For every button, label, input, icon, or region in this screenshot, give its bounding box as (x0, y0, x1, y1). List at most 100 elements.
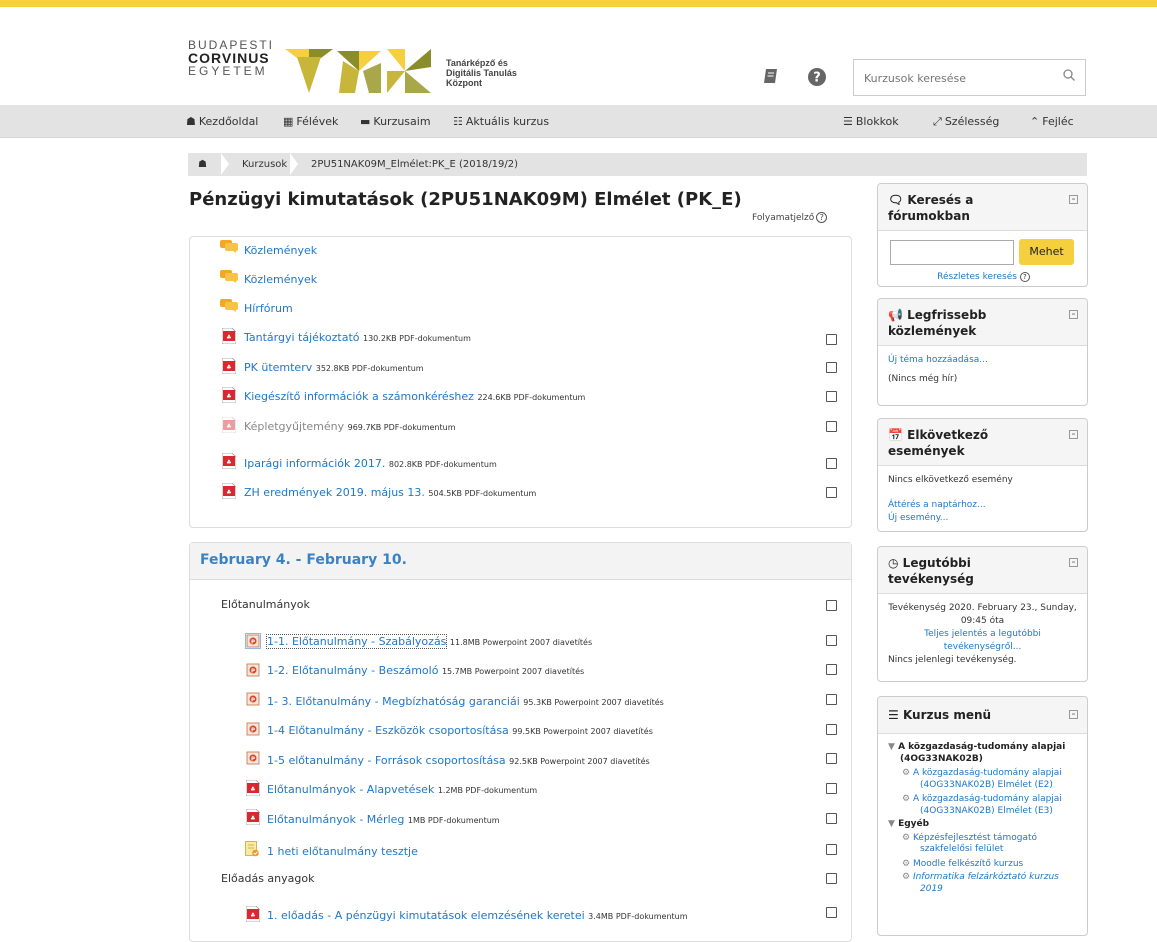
activity-link[interactable]: 1. előadás - A pénzügyi kimutatások elem… (267, 909, 585, 922)
completion-checkbox[interactable] (826, 362, 837, 373)
activity-link[interactable]: Előtanulmányok - Alapvetések (267, 783, 434, 796)
activity-link[interactable]: PK ütemterv (244, 361, 312, 374)
collapse-icon[interactable]: – (1069, 558, 1078, 567)
book-icon[interactable] (760, 67, 782, 89)
add-topic-link[interactable]: Új téma hozzáadása... (888, 355, 988, 365)
activity-row[interactable]: Kiegészítő információk a számonkéréshez … (244, 389, 585, 406)
activity-link[interactable]: Iparági információk 2017. (244, 457, 385, 470)
caret-down-icon: ▼ (888, 742, 895, 752)
course-icon: ⚙ (902, 768, 911, 778)
nav-home[interactable]: ☗ Kezdőoldal (186, 105, 258, 138)
nav-current-course[interactable]: ☷ Aktuális kurzus (453, 105, 549, 138)
course-search-input[interactable] (864, 69, 1054, 87)
activity-row[interactable]: Közlemények (244, 272, 317, 288)
pdf-icon: ♣ (222, 483, 236, 499)
list-icon: ☰ (888, 708, 899, 722)
section-title[interactable]: February 4. - February 10. (200, 552, 407, 568)
activity-row[interactable]: Képletgyűjtemény 969.7KB PDF-dokumentum (244, 419, 456, 436)
activity-row[interactable]: Hírfórum (244, 301, 293, 317)
course-link[interactable]: ⚙ Képzésfejlesztést támogató szakfelelősi… (888, 833, 1081, 856)
activity-row[interactable]: 1-1. Előtanulmány - Szabályozás 11.8MB P… (265, 634, 592, 651)
nav-blocks[interactable]: ☰ Blokkok (843, 105, 899, 138)
activity-link[interactable]: 1 heti előtanulmány tesztje (267, 845, 418, 858)
activity-row[interactable]: 1-4 Előtanulmány - Eszközök csoportosítá… (267, 723, 653, 740)
full-report-link-2[interactable]: tevékenységről... (944, 642, 1022, 652)
calendar-link[interactable]: Áttérés a naptárhoz... (888, 500, 986, 510)
activity-row[interactable]: 1 heti előtanulmány tesztje (267, 844, 418, 860)
activity-row[interactable]: 1- 3. Előtanulmány - Megbízhatóság garan… (267, 694, 664, 711)
activity-row[interactable]: 1-2. Előtanulmány - Beszámoló 15.7MB Pow… (267, 663, 584, 680)
activity-link[interactable]: 1- 3. Előtanulmány - Megbízhatóság garan… (267, 695, 520, 708)
nav-semesters-label: Félévek (296, 115, 339, 128)
activity-row[interactable]: Előtanulmányok - Mérleg 1MB PDF-dokument… (267, 812, 500, 829)
full-report-link-1[interactable]: Teljes jelentés a legutóbbi (924, 629, 1041, 639)
activity-row[interactable]: Iparági információk 2017. 802.8KB PDF-do… (244, 456, 497, 473)
breadcrumb-courses[interactable]: Kurzusok (242, 153, 287, 176)
collapse-icon[interactable]: – (1069, 310, 1078, 319)
course-link[interactable]: ⚙ Moodle felkészítő kurzus (888, 859, 1081, 871)
collapse-icon[interactable]: – (1069, 710, 1078, 719)
activity-link[interactable]: Kiegészítő információk a számonkéréshez (244, 390, 474, 403)
collapse-icon[interactable]: – (1069, 430, 1078, 439)
completion-checkbox[interactable] (826, 753, 837, 764)
course-link[interactable]: ⚙ A közgazdaság-tudomány alapjai (4OG33NA… (888, 768, 1081, 791)
help-icon[interactable]: ? (1019, 272, 1030, 282)
completion-checkbox[interactable] (826, 724, 837, 735)
activity-link[interactable]: Előtanulmányok - Mérleg (267, 813, 404, 826)
activity-meta: 352.8KB PDF-dokumentum (315, 364, 424, 373)
completion-checkbox[interactable] (826, 694, 837, 705)
activity-row[interactable]: Közlemények (244, 243, 317, 259)
completion-checkbox[interactable] (826, 783, 837, 794)
help-icon[interactable]: ? (816, 212, 828, 223)
completion-checkbox[interactable] (826, 600, 837, 611)
breadcrumb-home-icon[interactable]: ☗ (198, 153, 207, 176)
new-event-link[interactable]: Új esemény... (888, 513, 948, 523)
activity-link[interactable]: 1-4 Előtanulmány - Eszközök csoportosítá… (267, 724, 509, 737)
completion-checkbox[interactable] (826, 873, 837, 884)
activity-link[interactable]: ZH eredmények 2019. május 13. (244, 486, 425, 499)
completion-checkbox[interactable] (826, 635, 837, 646)
nav-width[interactable]: ⤢ Szélesség (933, 105, 999, 138)
course-category[interactable]: ▼ Egyéb (888, 819, 1081, 831)
activity-row[interactable]: 1. előadás - A pénzügyi kimutatások elem… (267, 908, 688, 925)
activity-link[interactable]: Közlemények (244, 244, 317, 257)
course-category[interactable]: ▼ A közgazdaság-tudomány alapjai (4OG33NA… (888, 742, 1081, 765)
forum-search-input[interactable] (890, 239, 1014, 265)
activity-link[interactable]: 1-5 előtanulmány - Források csoportosítá… (267, 754, 506, 767)
activity-link[interactable]: Közlemények (244, 273, 317, 286)
corvinus-logo[interactable]: BUDAPESTI CORVINUS EGYETEM (188, 39, 274, 78)
completion-checkbox[interactable] (826, 813, 837, 824)
activity-row[interactable]: Előtanulmányok - Alapvetések 1.2MB PDF-d… (267, 782, 537, 799)
activity-row[interactable]: ZH eredmények 2019. május 13. 504.5KB PD… (244, 485, 536, 502)
activity-link[interactable]: Képletgyűjtemény (244, 420, 344, 433)
activity-row[interactable]: Tantárgyi tájékoztató 130.2KB PDF-dokume… (244, 330, 471, 347)
activity-link[interactable]: Tantárgyi tájékoztató (244, 331, 360, 344)
activity-row[interactable]: 1-5 előtanulmány - Források csoportosítá… (267, 753, 650, 770)
collapse-icon[interactable]: – (1069, 195, 1078, 204)
nav-my-courses[interactable]: ▬ Kurzusaim (360, 105, 431, 138)
help-icon[interactable]: ? (806, 67, 828, 89)
search-icon[interactable] (1063, 69, 1075, 85)
completion-checkbox[interactable] (826, 391, 837, 402)
nav-header-toggle[interactable]: ⌃ Fejléc (1030, 105, 1074, 138)
course-link[interactable]: ⚙ Informatika felzárkóztató kurzus 2019 (888, 872, 1081, 895)
completion-checkbox[interactable] (826, 487, 837, 498)
completion-checkbox[interactable] (826, 907, 837, 918)
completion-checkbox[interactable] (826, 334, 837, 345)
activity-link[interactable]: 1-1. Előtanulmány - Szabályozás (265, 634, 448, 649)
course-link[interactable]: ⚙ A közgazdaság-tudomány alapjai (4OG33NA… (888, 794, 1081, 817)
completion-checkbox[interactable] (826, 844, 837, 855)
activity-link[interactable]: 1-2. Előtanulmány - Beszámoló (267, 664, 438, 677)
breadcrumb-separator (290, 153, 298, 175)
advanced-search-link[interactable]: Részletes keresés (937, 272, 1017, 282)
activity-row[interactable]: PK ütemterv 352.8KB PDF-dokumentum (244, 360, 424, 377)
completion-checkbox[interactable] (826, 421, 837, 432)
activity-meta: 504.5KB PDF-dokumentum (428, 489, 537, 498)
bullhorn-icon: 📢 (888, 308, 903, 322)
go-button[interactable]: Mehet (1019, 239, 1074, 265)
activity-link[interactable]: Hírfórum (244, 302, 293, 315)
nav-semesters[interactable]: ▦ Félévek (283, 105, 338, 138)
block-forum-search: 🗨 Keresés a fórumokban – Mehet Részletes… (877, 183, 1088, 287)
completion-checkbox[interactable] (826, 664, 837, 675)
completion-checkbox[interactable] (826, 458, 837, 469)
